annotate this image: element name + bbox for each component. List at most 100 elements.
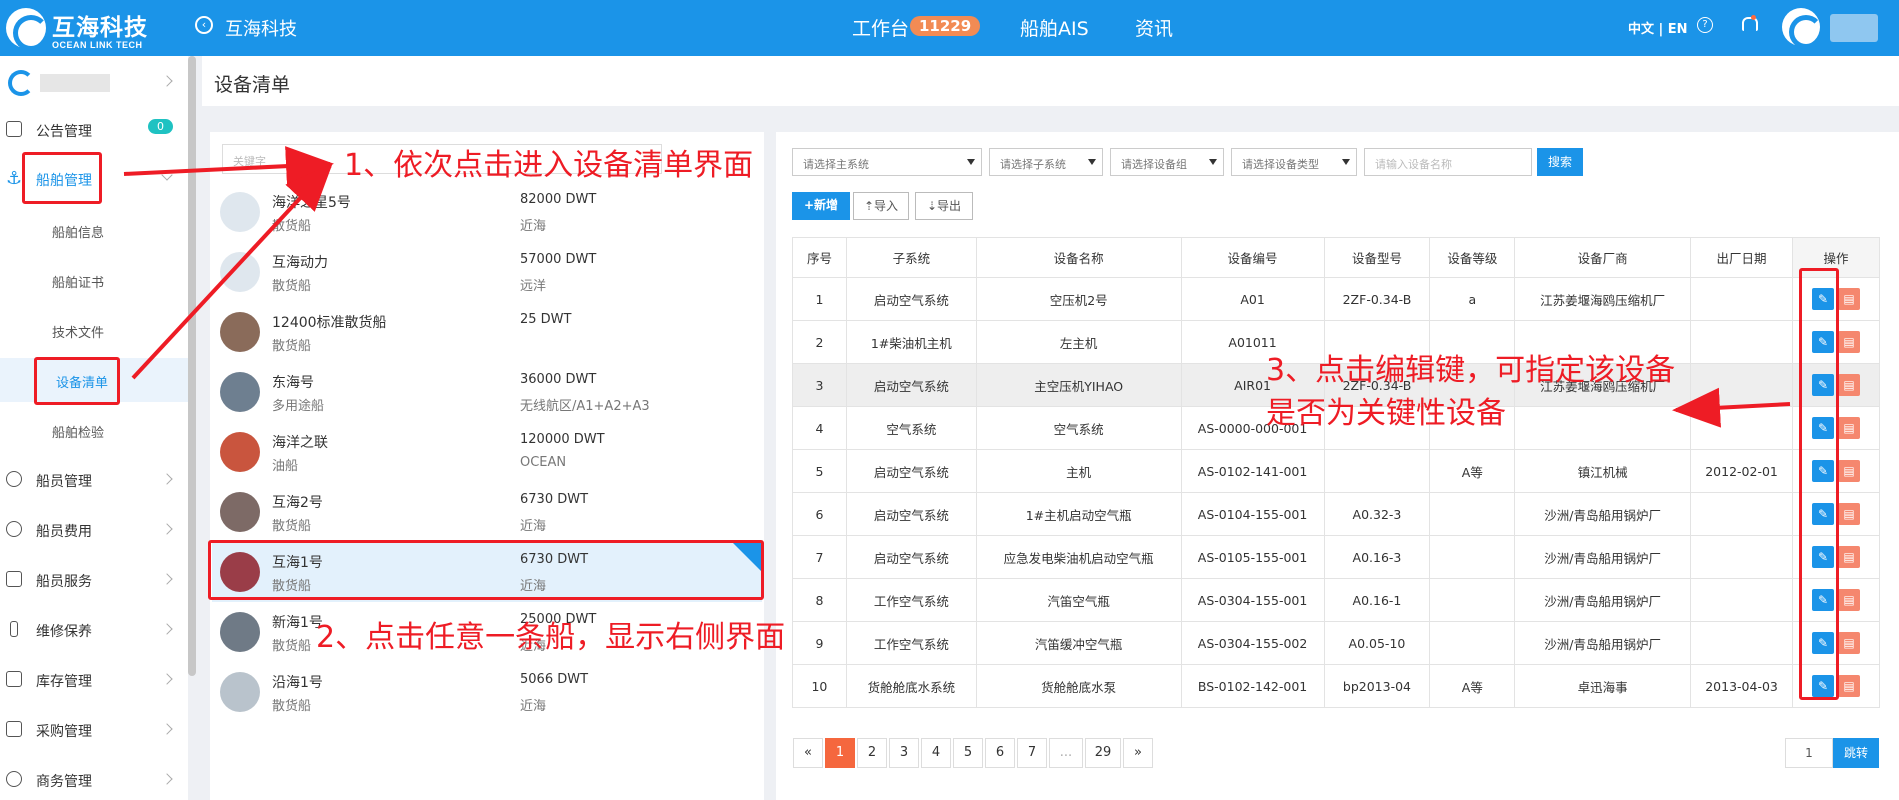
sidebar-item-maintenance[interactable]: 维修保养	[0, 608, 188, 652]
sidebar-scrollbar[interactable]	[188, 56, 196, 676]
ship-list-item[interactable]: 12400标准散货船 散货船 25 DWT	[212, 302, 762, 362]
user-name-redacted[interactable]	[1830, 14, 1878, 42]
workbench-count-badge[interactable]: 11229	[910, 16, 981, 36]
delete-icon[interactable]: ▤	[1838, 288, 1860, 310]
sidebar-item-label: 船员服务	[36, 574, 92, 590]
nav-news[interactable]: 资讯	[1135, 14, 1173, 41]
sidebar-item-crew[interactable]: 船员管理	[0, 458, 188, 502]
company-title[interactable]: 互海科技	[225, 15, 297, 41]
page-button[interactable]: 2	[857, 738, 887, 768]
delete-icon[interactable]: ▤	[1838, 460, 1860, 482]
ship-thumbnail	[220, 612, 260, 652]
company-logo-icon[interactable]	[6, 8, 49, 51]
table-row[interactable]: 7 启动空气系统 应急发电柴油机启动空气瓶 AS-0105-155-001 A0.16-…	[792, 535, 1880, 579]
ship-dwt: 25 DWT	[520, 312, 572, 327]
col-header: 设备厂商	[1514, 237, 1692, 278]
page-prev-button[interactable]: «	[793, 738, 823, 768]
delete-icon[interactable]: ▤	[1838, 417, 1860, 439]
page-button[interactable]: 4	[921, 738, 951, 768]
cell: 江苏姜堰海鸥压缩机厂	[1514, 277, 1692, 321]
ship-list-item[interactable]: 沿海1号 散货船 5066 DWT 近海	[212, 662, 762, 722]
nav-workbench[interactable]: 工作台	[852, 14, 909, 41]
sidebar-sub-ship-cert[interactable]: 船舶证书	[0, 258, 188, 302]
person-icon	[6, 471, 22, 487]
add-button[interactable]: +新增	[792, 192, 850, 220]
table-row[interactable]: 1 启动空气系统 空压机2号 A01 2ZF-0.34-B a 江苏姜堰海鸥压缩机厂 ✎ ▤	[792, 277, 1880, 321]
ship-dwt: 36000 DWT	[520, 372, 597, 387]
sidebar-sub-ship-inspection[interactable]: 船舶检验	[0, 408, 188, 452]
chevron-right-icon	[161, 623, 173, 635]
annotation-box-ship-management	[22, 152, 102, 204]
col-header: 设备编号	[1180, 237, 1325, 278]
page-button[interactable]: 3	[889, 738, 919, 768]
cell: 沙洲/青岛船用锅炉厂	[1514, 535, 1692, 579]
person-icon	[6, 521, 22, 537]
col-header: 设备等级	[1429, 237, 1516, 278]
sidebar-item-label: 维修保养	[36, 624, 92, 640]
device-name-input[interactable]: 请输入设备名称	[1364, 148, 1532, 176]
cell	[1690, 621, 1794, 665]
cell: 9	[792, 621, 847, 665]
col-header: 子系统	[845, 237, 977, 278]
cell	[1690, 535, 1794, 579]
ship-dwt: 57000 DWT	[520, 252, 597, 267]
ship-list-item[interactable]: 海洋之星5号 散货船 82000 DWT 近海	[212, 182, 762, 242]
cell	[1429, 492, 1516, 536]
page-title: 设备清单	[214, 74, 291, 96]
page-jump-button[interactable]: 跳转	[1833, 738, 1879, 768]
notification-bell-icon[interactable]	[1741, 15, 1758, 32]
cell	[1429, 621, 1516, 665]
sidebar-item-inventory[interactable]: 库存管理	[0, 658, 188, 702]
help-icon[interactable]: ?	[1697, 17, 1713, 33]
sidebar-item-purchase[interactable]: 采购管理	[0, 708, 188, 752]
sidebar-sub-ship-info[interactable]: 船舶信息	[0, 208, 188, 252]
table-row[interactable]: 8 工作空气系统 汽笛空气瓶 AS-0304-155-001 A0.16-1 沙洲/青岛船…	[792, 578, 1880, 622]
dropdown-arrow-icon	[1342, 159, 1350, 165]
export-button[interactable]: ⇣导出	[915, 192, 973, 220]
sidebar-item-crew-service[interactable]: 船员服务	[0, 558, 188, 602]
page-button[interactable]: 6	[985, 738, 1015, 768]
ship-list-item[interactable]: 东海号 多用途船 36000 DWT 无线航区/A1+A2+A3	[212, 362, 762, 422]
ship-name: 东海号	[272, 375, 314, 391]
delete-icon[interactable]: ▤	[1838, 632, 1860, 654]
search-button[interactable]: 搜索	[1537, 148, 1583, 176]
nav-ship-ais[interactable]: 船舶AIS	[1020, 14, 1089, 41]
main-system-select[interactable]: 请选择主系统	[792, 148, 982, 176]
back-icon[interactable]: ‹	[195, 16, 213, 34]
sub-system-select[interactable]: 请选择子系统	[989, 148, 1103, 176]
sidebar-sub-tech-docs[interactable]: 技术文件	[0, 308, 188, 352]
page-button[interactable]: 7	[1017, 738, 1047, 768]
ship-list-item[interactable]: 互海2号 散货船 6730 DWT 近海	[212, 482, 762, 542]
delete-icon[interactable]: ▤	[1838, 331, 1860, 353]
chevron-down-icon	[161, 169, 173, 181]
import-button[interactable]: ⇡导入	[853, 192, 909, 220]
page-next-button[interactable]: »	[1123, 738, 1153, 768]
table-row[interactable]: 6 启动空气系统 1#主机启动空气瓶 AS-0104-155-001 A0.32-3 沙洲…	[792, 492, 1880, 536]
annotation-step3-line1: 3、点击编辑键，可指定该设备	[1266, 353, 1676, 388]
delete-icon[interactable]: ▤	[1838, 546, 1860, 568]
select-value: 请选择设备组	[1121, 158, 1187, 171]
page-button[interactable]: 29	[1085, 738, 1121, 768]
device-type-select[interactable]: 请选择设备类型	[1231, 148, 1357, 176]
ship-list-item[interactable]: 海洋之联 油船 120000 DWT OCEAN	[212, 422, 762, 482]
user-avatar[interactable]	[1782, 8, 1823, 49]
table-row[interactable]: 9 工作空气系统 汽笛缓冲空气瓶 AS-0304-155-002 A0.05-10 沙洲/…	[792, 621, 1880, 665]
delete-icon[interactable]: ▤	[1838, 374, 1860, 396]
table-row[interactable]: 5 启动空气系统 主机 AS-0102-141-001 A等 镇江机械 2012-02-01…	[792, 449, 1880, 493]
ship-name: 沿海1号	[272, 675, 323, 691]
ship-thumbnail	[220, 492, 260, 532]
device-group-select[interactable]: 请选择设备组	[1110, 148, 1224, 176]
sidebar-item-business[interactable]: 商务管理	[0, 758, 188, 800]
page-button[interactable]: 5	[953, 738, 983, 768]
cell: A等	[1429, 664, 1516, 708]
language-switch[interactable]: 中文 | EN	[1628, 18, 1688, 37]
ship-list-item[interactable]: 互海动力 散货船 57000 DWT 远洋	[212, 242, 762, 302]
sidebar-item-label: 技术文件	[52, 326, 105, 341]
delete-icon[interactable]: ▤	[1838, 675, 1860, 697]
sidebar-item-crew-cost[interactable]: 船员费用	[0, 508, 188, 552]
page-jump-input[interactable]: 1	[1785, 738, 1833, 768]
delete-icon[interactable]: ▤	[1838, 503, 1860, 525]
delete-icon[interactable]: ▤	[1838, 589, 1860, 611]
table-row[interactable]: 10 货舱舱底水系统 货舱舱底水泵 BS-0102-142-001 bp2013-04 A…	[792, 664, 1880, 708]
page-button-current[interactable]: 1	[825, 738, 855, 768]
